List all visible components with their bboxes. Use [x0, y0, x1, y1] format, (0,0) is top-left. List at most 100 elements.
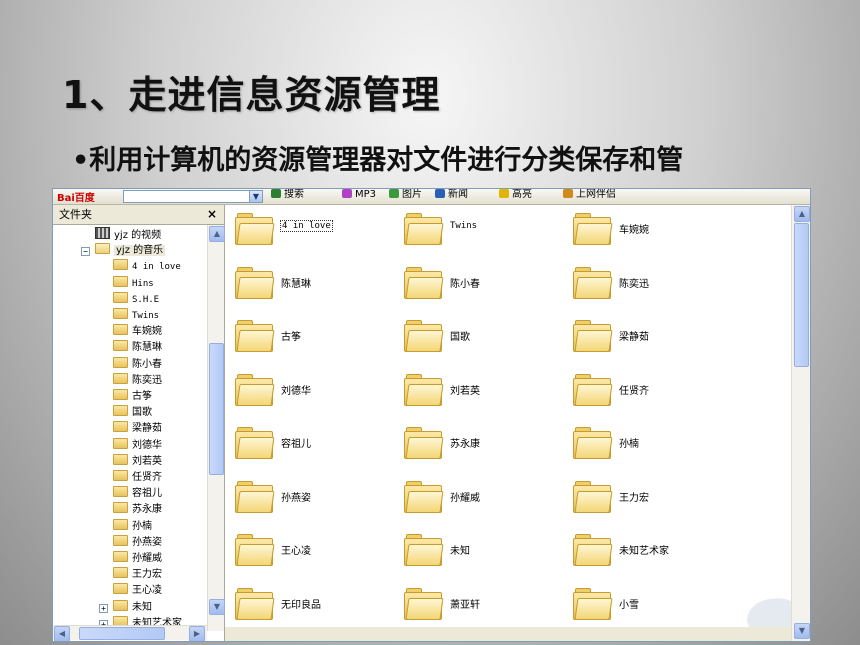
collapse-icon[interactable]: −: [81, 247, 90, 257]
toolbar-button-0[interactable]: 搜索: [271, 189, 304, 201]
folder-item[interactable]: 孙耀威: [404, 477, 569, 519]
folder-icon: [235, 480, 275, 513]
folder-item[interactable]: 4 in love: [235, 209, 400, 251]
tree-item[interactable]: 王心凌: [113, 583, 162, 599]
folder-icon: [113, 308, 128, 319]
toolbar-button-5[interactable]: 上网伴侣: [563, 189, 616, 201]
chevron-down-icon[interactable]: ▼: [249, 190, 263, 203]
folder-item[interactable]: 小雪: [573, 584, 738, 626]
folder-item[interactable]: 王力宏: [573, 477, 738, 519]
tree-item[interactable]: 陈小春: [113, 356, 162, 373]
folder-tree: yjz 的视频 − yjz 的音乐 4 in love Hins S.H.E Twins 车婉…: [53, 225, 207, 631]
tree-item[interactable]: Twins: [113, 308, 159, 324]
tree-item[interactable]: 苏永康: [113, 502, 162, 518]
explorer-window: Bai百度 ▼ 搜索 MP3 图片 新闻 高亮 上网伴侣 文件夹 × yjz 的视频 − yj…: [52, 188, 811, 642]
tree-item[interactable]: 孙耀威: [113, 551, 162, 567]
tree-item[interactable]: 孙燕姿: [113, 534, 162, 551]
folder-item[interactable]: 苏永康: [404, 423, 569, 465]
tree-item[interactable]: − yjz 的音乐: [81, 243, 166, 259]
tree-item-label: 梁静茹: [132, 423, 162, 435]
folder-label: 王力宏: [619, 492, 649, 504]
folder-icon: [404, 480, 444, 513]
folder-item[interactable]: 容祖儿: [235, 423, 400, 465]
tree-item[interactable]: 国歌: [113, 405, 152, 421]
toolbar-search-input[interactable]: [123, 190, 251, 203]
folder-item[interactable]: 孙燕姿: [235, 477, 400, 519]
folder-item[interactable]: 国歌: [404, 316, 569, 358]
scroll-thumb[interactable]: [209, 343, 224, 475]
music-folder-icon: [95, 243, 110, 255]
toolbar-button-4[interactable]: 高亮: [499, 189, 532, 201]
folder-item[interactable]: 无印良品: [235, 584, 400, 626]
content-scrollbar[interactable]: ▲ ▼: [791, 205, 810, 641]
tree-item[interactable]: Hins: [113, 275, 154, 292]
folder-pane-h-scrollbar[interactable]: ◀ ▶: [53, 625, 207, 641]
close-icon[interactable]: ×: [207, 205, 217, 224]
tree-item[interactable]: 车婉婉: [113, 324, 162, 340]
folder-icon: [113, 324, 128, 336]
folder-item[interactable]: 任贤齐: [573, 370, 738, 412]
tree-item[interactable]: 王力宏: [113, 567, 162, 583]
folder-label: 无印良品: [281, 599, 321, 611]
folder-label: 孙燕姿: [281, 492, 311, 504]
scroll-down-icon[interactable]: ▼: [794, 623, 810, 639]
expand-icon[interactable]: +: [99, 603, 108, 613]
folder-label: 古筝: [281, 332, 301, 343]
scroll-up-icon[interactable]: ▲: [794, 206, 810, 222]
scroll-thumb[interactable]: [794, 223, 809, 367]
music-icon: [342, 189, 352, 198]
folder-icon: [235, 373, 275, 406]
tree-item-label: yjz 的视频: [114, 230, 162, 241]
tree-item[interactable]: 4 in love: [113, 259, 181, 275]
folder-item[interactable]: Twins: [404, 209, 569, 251]
h-scroll-thumb[interactable]: [79, 627, 165, 640]
folder-icon: [404, 213, 444, 245]
tree-item[interactable]: 梁静茹: [113, 421, 162, 437]
toolbar-button-2[interactable]: 图片: [389, 189, 422, 201]
folder-pane-scrollbar[interactable]: ▲ ▼: [207, 225, 225, 631]
scroll-down-icon[interactable]: ▼: [209, 599, 225, 615]
folder-label: 刘德华: [281, 385, 311, 397]
folder-item[interactable]: 车婉婉: [573, 209, 738, 251]
toolbar-button-3[interactable]: 新闻: [435, 189, 468, 201]
toolbar-button-label: 搜索: [284, 189, 304, 200]
tree-item[interactable]: S.H.E: [113, 291, 160, 308]
tree-item-label: S.H.E: [132, 294, 160, 305]
tree-item[interactable]: 容祖儿: [113, 486, 162, 502]
folder-item[interactable]: 陈慧琳: [235, 263, 400, 305]
toolbar-button-label: 高亮: [512, 189, 532, 200]
folder-item[interactable]: 陈小春: [404, 263, 569, 305]
tree-item[interactable]: 孙楠: [113, 518, 152, 535]
tree-item-label: 孙楠: [132, 520, 152, 532]
folder-item[interactable]: 未知: [404, 530, 569, 572]
tree-item[interactable]: 古筝: [113, 389, 152, 405]
baidu-logo[interactable]: Bai百度: [57, 189, 95, 204]
tree-item[interactable]: 陈奕迅: [113, 372, 162, 389]
scroll-left-icon[interactable]: ◀: [54, 626, 70, 641]
folder-item[interactable]: 刘德华: [235, 370, 400, 412]
tree-item[interactable]: + 未知: [99, 599, 152, 616]
tree-item[interactable]: 任贤齐: [113, 470, 162, 486]
tree-item[interactable]: 刘德华: [113, 437, 162, 454]
scroll-right-icon[interactable]: ▶: [189, 626, 205, 641]
folder-item[interactable]: 梁静茹: [573, 316, 738, 358]
folder-item[interactable]: 未知艺术家: [573, 530, 738, 572]
folder-icon: [113, 518, 128, 530]
folder-item[interactable]: 古筝: [235, 316, 400, 358]
folder-item[interactable]: 萧亚轩: [404, 584, 569, 626]
folder-icon: [113, 372, 128, 384]
tree-item[interactable]: 陈慧琳: [113, 340, 162, 356]
folder-item[interactable]: 孙楠: [573, 423, 738, 465]
tree-item[interactable]: yjz 的视频: [95, 227, 161, 243]
folder-icon: [235, 266, 275, 299]
toolbar-button-1[interactable]: MP3: [342, 189, 376, 201]
scroll-up-icon[interactable]: ▲: [209, 226, 225, 242]
folder-icon: [404, 266, 444, 299]
folder-item[interactable]: 王心凌: [235, 530, 400, 572]
folder-item[interactable]: 陈奕迅: [573, 263, 738, 305]
folder-pane: 文件夹 × yjz 的视频 − yjz 的音乐 4 in love Hins S.H.E T…: [53, 205, 225, 641]
folder-icon: [235, 213, 275, 245]
folder-item[interactable]: 刘若英: [404, 370, 569, 412]
tree-item-label: 车婉婉: [132, 326, 162, 338]
tree-item[interactable]: 刘若英: [113, 453, 162, 470]
